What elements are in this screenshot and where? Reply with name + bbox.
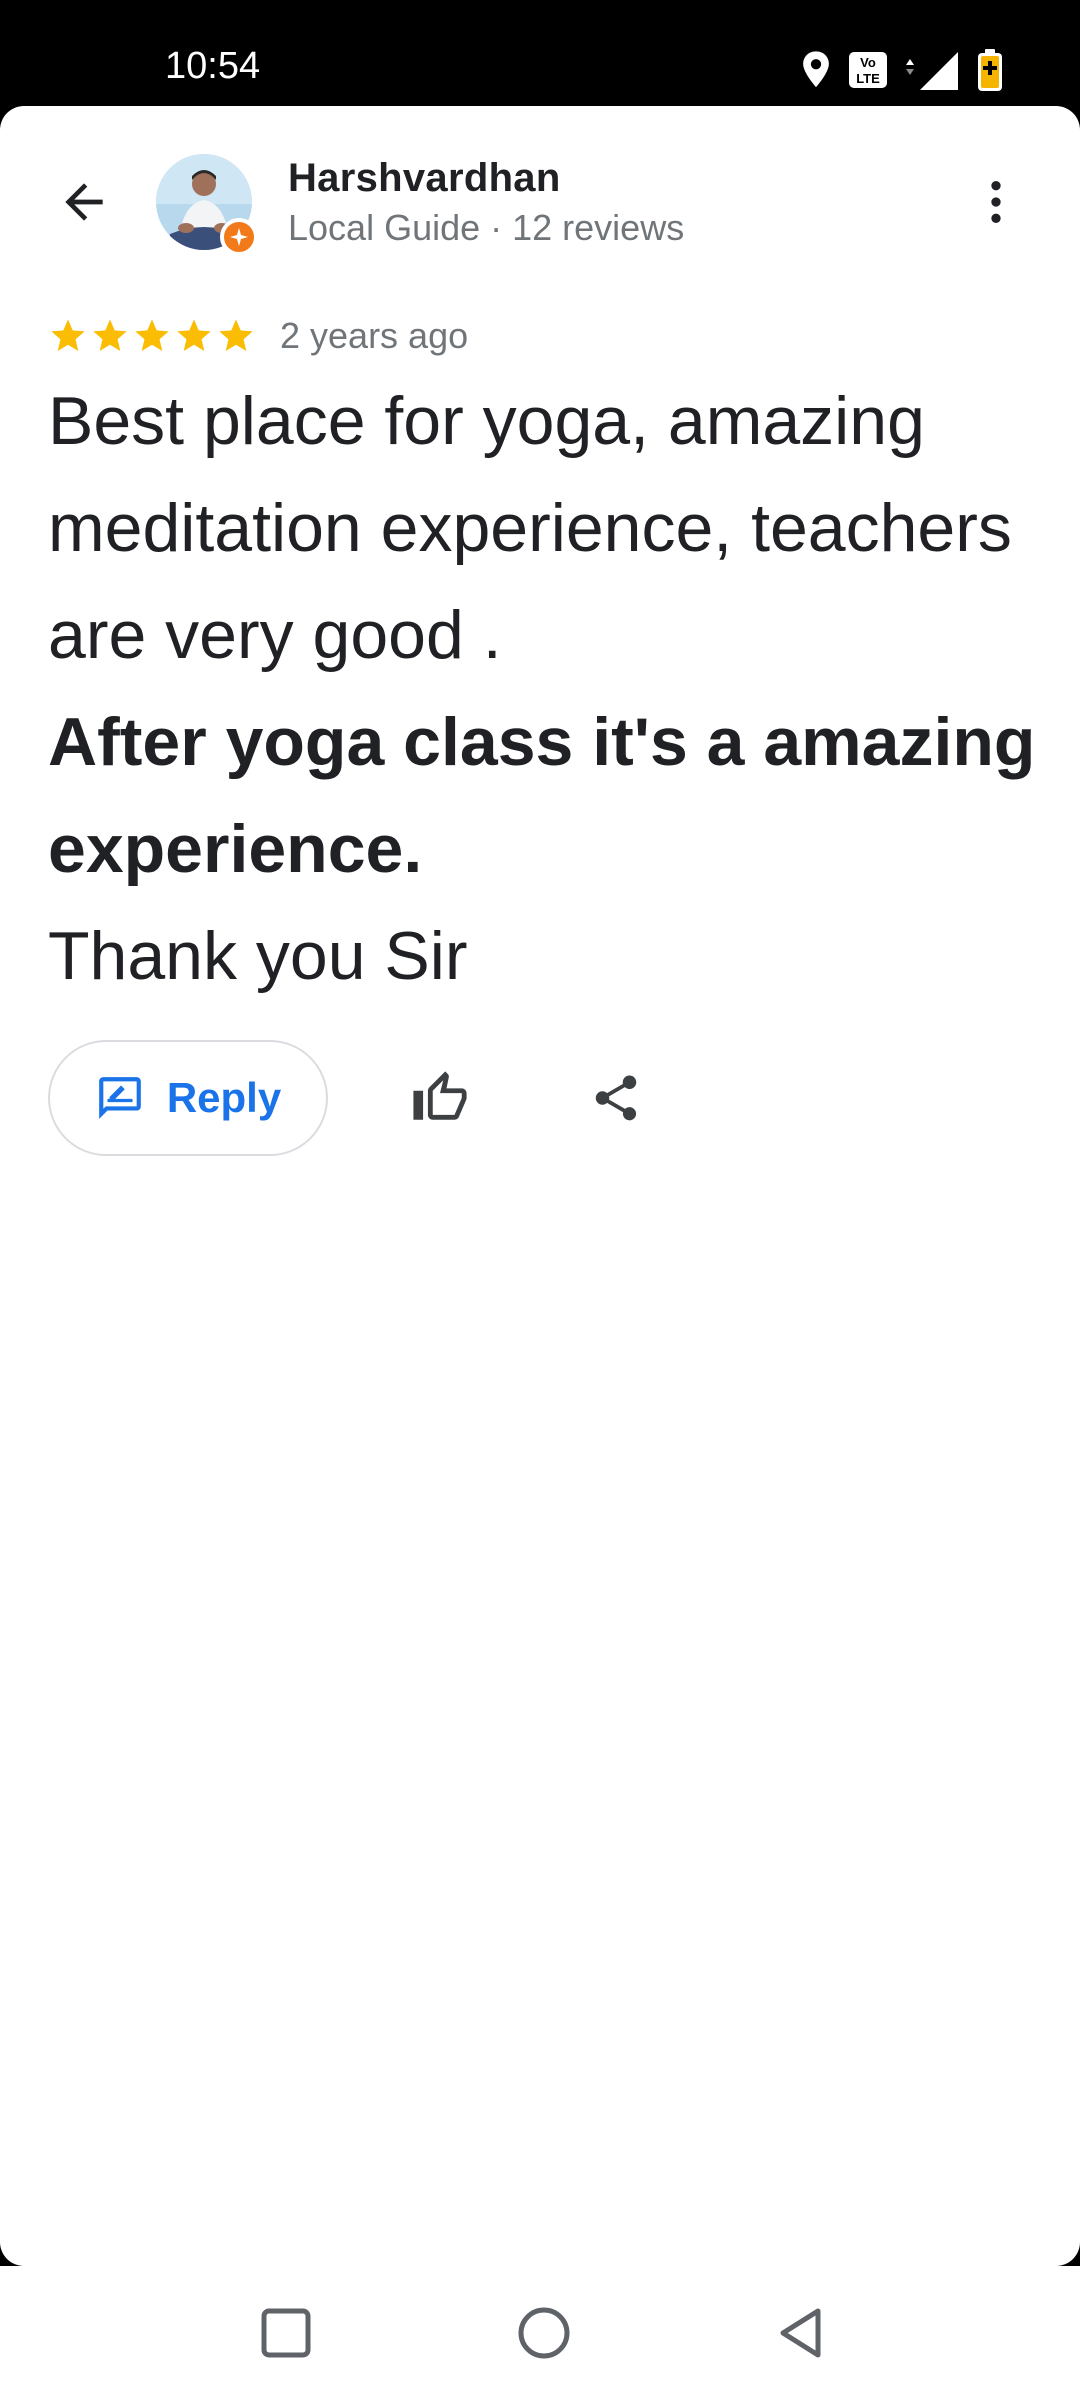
reply-label: Reply — [166, 1074, 282, 1121]
system-back-button[interactable] — [757, 2288, 847, 2378]
star-icon — [219, 319, 253, 351]
back-triangle-icon — [780, 2308, 821, 2358]
review-text-paragraph: Best place for yoga, amazing meditation … — [48, 383, 1012, 673]
more-options-button[interactable] — [956, 162, 1036, 242]
volte-icon: Vo LTE — [848, 50, 888, 90]
reviewer-meta: Local Guide · 12 reviews — [288, 207, 685, 248]
signal-icon — [902, 48, 962, 92]
home-button[interactable] — [499, 2288, 589, 2378]
location-icon — [798, 50, 834, 90]
status-icons: Vo LTE — [798, 46, 1004, 94]
reply-button[interactable]: Reply — [48, 1040, 328, 1156]
rate-review-icon — [98, 1077, 141, 1119]
recents-button[interactable] — [241, 2288, 331, 2378]
system-nav-bar — [0, 2266, 1080, 2400]
star-icon — [93, 319, 127, 351]
star-rating — [48, 316, 256, 356]
star-icon — [51, 319, 85, 351]
review-date: 2 years ago — [280, 315, 469, 356]
back-button[interactable] — [44, 162, 124, 242]
review-text-closing: Thank you Sir — [48, 918, 468, 994]
arrow-back-icon — [65, 183, 103, 221]
status-bar: 10:54 Vo LTE — [0, 0, 1080, 108]
like-button[interactable] — [400, 1058, 480, 1138]
battery-icon — [976, 48, 1004, 92]
review-actions: Reply — [48, 1040, 1048, 1158]
rating-row: 2 years ago — [48, 312, 468, 360]
local-guide-badge-icon — [220, 218, 258, 256]
share-button[interactable] — [576, 1058, 656, 1138]
more-vert-icon — [991, 181, 1001, 223]
reviewer-name[interactable]: Harshvardhan — [288, 154, 561, 202]
share-icon — [595, 1075, 637, 1121]
star-icon — [135, 319, 169, 351]
thumb-up-icon — [413, 1071, 467, 1120]
star-icon — [177, 319, 211, 351]
screen: 10:54 Vo LTE Harshvardhan Local Guide · … — [0, 0, 1080, 2400]
review-text: Best place for yoga, amazing meditation … — [48, 368, 1048, 1010]
review-text-bold-paragraph: After yoga class it's a amazing experien… — [48, 704, 1036, 887]
svg-text:Vo: Vo — [860, 55, 876, 70]
svg-text:LTE: LTE — [856, 71, 880, 86]
status-time: 10:54 — [165, 45, 261, 87]
avatar[interactable] — [156, 154, 258, 256]
home-circle-icon — [518, 2307, 570, 2359]
recents-square-icon — [261, 2308, 311, 2358]
